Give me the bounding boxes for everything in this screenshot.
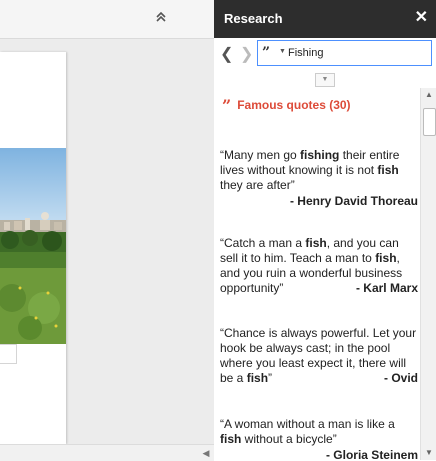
forward-arrow-icon[interactable]: ❯ <box>240 47 253 63</box>
quote-text: “Many men go fishing their entire lives … <box>220 148 400 192</box>
collapse-toolbar-icon[interactable] <box>152 10 170 28</box>
source-dropdown-caret-icon[interactable]: ▼ <box>279 48 286 55</box>
quote-author[interactable]: - Karl Marx <box>356 281 418 296</box>
quote-author[interactable]: - Ovid <box>384 371 418 386</box>
research-panel-header: Research ✕ <box>214 0 436 38</box>
scroll-up-arrow-icon[interactable]: ▲ <box>421 88 436 102</box>
document-toolbar <box>0 0 214 39</box>
scrollbar-thumb[interactable] <box>423 108 436 136</box>
quote-item: “Many men go fishing their entire lives … <box>220 148 418 209</box>
quote-text: “Chance is always powerful. Let your hoo… <box>220 326 418 386</box>
quote-item: “A woman without a man is like a fish wi… <box>220 417 418 460</box>
search-row: ❮ ❯ ” ▼ <box>214 38 436 74</box>
search-box[interactable]: ” ▼ <box>257 40 432 66</box>
horizontal-scrollbar[interactable]: ◀ <box>0 444 214 461</box>
document-page[interactable] <box>0 52 66 444</box>
research-panel: Research ✕ ❮ ❯ ” ▼ ▼ ” Famous quotes (30)… <box>214 0 436 460</box>
results-pane: ” Famous quotes (30) “Many men go fishing… <box>214 88 420 460</box>
quote-item: “Catch a man a fish, and you can sell it… <box>220 236 418 296</box>
back-arrow-icon[interactable]: ❮ <box>220 47 233 63</box>
quotes-heading-label: Famous quotes (30) <box>237 98 351 112</box>
quote-author[interactable]: - Gloria Steinem <box>220 448 418 460</box>
quote-source-icon[interactable]: ” <box>262 45 270 61</box>
quote-icon: ” <box>222 96 232 115</box>
vertical-scrollbar[interactable]: ▲ ▼ <box>420 88 436 460</box>
close-icon[interactable]: ✕ <box>415 9 428 27</box>
expand-options-icon[interactable]: ▼ <box>315 73 335 87</box>
scroll-left-arrow-icon[interactable]: ◀ <box>198 445 214 461</box>
quote-item: “Chance is always powerful. Let your hoo… <box>220 326 418 386</box>
scroll-down-arrow-icon[interactable]: ▼ <box>421 446 436 460</box>
quote-text: “Catch a man a fish, and you can sell it… <box>220 236 418 296</box>
search-input[interactable] <box>288 44 428 62</box>
page-element-box[interactable] <box>0 344 17 364</box>
quotes-heading[interactable]: ” Famous quotes (30) <box>222 96 351 115</box>
quote-author[interactable]: - Henry David Thoreau <box>220 194 418 209</box>
document-area: ◀ <box>0 0 214 461</box>
quote-text: “A woman without a man is like a fish wi… <box>220 417 395 446</box>
landscape-image[interactable] <box>0 148 66 344</box>
panel-title: Research <box>224 11 283 26</box>
